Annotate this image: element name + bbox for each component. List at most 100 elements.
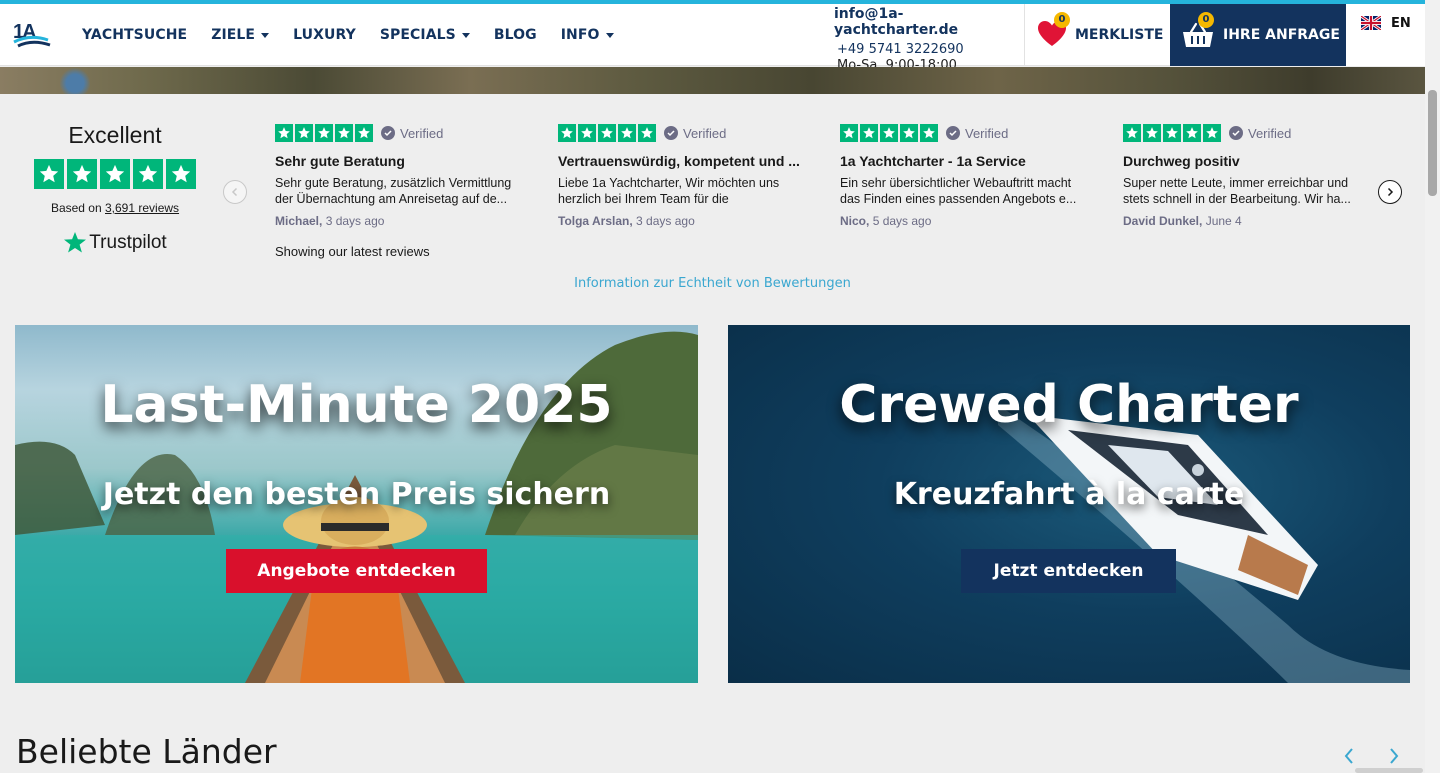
site-logo[interactable]: 1A: [12, 18, 52, 48]
review-meta: Tolga Arslan, 3 days ago: [558, 214, 804, 228]
promo-crewed-charter[interactable]: Crewed Charter Kreuzfahrt à la carte Jet…: [728, 325, 1410, 683]
star-icon: [578, 124, 596, 142]
star-icon: [1203, 124, 1221, 142]
scrollbar-thumb[interactable]: [1428, 90, 1437, 196]
star-icon: [34, 159, 64, 189]
showing-latest-text: Showing our latest reviews: [275, 244, 430, 259]
review-title: 1a Yachtcharter - 1a Service: [840, 153, 1026, 169]
inquiry-count-badge: 0: [1198, 12, 1214, 28]
star-icon: [618, 124, 636, 142]
star-icon: [1183, 124, 1201, 142]
promo-subtitle: Jetzt den besten Preis sichern: [102, 477, 611, 512]
promo-subtitle: Kreuzfahrt à la carte: [893, 477, 1245, 512]
review-text: Liebe 1a Yachtcharter, Wir möchten uns h…: [558, 176, 780, 206]
review-stars: [558, 124, 656, 142]
review-date: 5 days ago: [872, 214, 932, 228]
promo-last-minute[interactable]: Last-Minute 2025 Jetzt den besten Preis …: [15, 325, 698, 683]
verified-badge: Verified: [946, 126, 1008, 141]
verified-badge: Verified: [664, 126, 726, 141]
review-count-text: Based on 3,691 reviews: [50, 201, 180, 215]
trustpilot-summary: Excellent Based on 3,691 reviews Trustpi…: [34, 122, 196, 255]
inquiry-button[interactable]: 0 IHRE ANFRAGE: [1170, 4, 1346, 66]
review-text: Ein sehr übersichtlicher Webauftritt mac…: [840, 176, 1077, 206]
star-icon: [335, 124, 353, 142]
nav-info[interactable]: INFO: [561, 27, 614, 43]
hero-image-strip: [0, 67, 1425, 94]
reviews-prev-button[interactable]: [223, 180, 247, 204]
trustpilot-logo[interactable]: Trustpilot: [34, 231, 196, 255]
contact-email-link[interactable]: info@1a-yachtcharter.de: [834, 6, 1020, 38]
star-icon: [598, 124, 616, 142]
star-icon: [880, 124, 898, 142]
review-stars: [840, 124, 938, 142]
star-icon: [275, 124, 293, 142]
language-switcher[interactable]: EN: [1346, 4, 1425, 66]
review-author: David Dunkel,: [1123, 214, 1203, 228]
review-date: 3 days ago: [636, 214, 695, 228]
language-code: EN: [1391, 16, 1411, 31]
trustpilot-brand: Trustpilot: [89, 232, 167, 253]
nav-blog[interactable]: BLOG: [494, 27, 537, 43]
star-icon: [315, 124, 333, 142]
promo-title: Last-Minute 2025: [100, 375, 613, 435]
check-icon: [946, 126, 960, 140]
review-card[interactable]: Verified Durchweg positiv Super nette Le…: [1123, 124, 1369, 228]
rating-word: Excellent: [68, 122, 162, 148]
review-text: Sehr gute Beratung, zusätzlich Vermittlu…: [275, 176, 512, 206]
review-date: 3 days ago: [325, 214, 385, 228]
contact-info: info@1a-yachtcharter.de +49 5741 3222690…: [834, 6, 1020, 73]
review-card[interactable]: Verified Vertrauenswürdig, kompetent und…: [558, 124, 804, 228]
contact-phone-link[interactable]: +49 5741 3222690: [834, 42, 1020, 57]
page-scrollbar[interactable]: [1425, 0, 1440, 773]
star-icon: [900, 124, 918, 142]
star-icon: [295, 124, 313, 142]
rating-stars: [34, 159, 196, 189]
verified-badge: Verified: [381, 126, 443, 141]
review-date: June 4: [1205, 214, 1242, 228]
countries-prev-button[interactable]: [1339, 744, 1359, 768]
chevron-down-icon: [261, 33, 270, 38]
review-count-link[interactable]: 3,691 reviews: [105, 201, 179, 215]
horizontal-scroll-indicator: [1355, 768, 1423, 773]
star-icon: [860, 124, 878, 142]
nav-ziele[interactable]: ZIELE: [211, 27, 270, 43]
check-icon: [1229, 126, 1243, 140]
chevron-left-icon: [1344, 748, 1353, 764]
chevron-down-icon: [461, 33, 470, 38]
main-nav: YACHTSUCHE ZIELE LUXURY SPECIALS BLOG IN…: [82, 4, 638, 66]
site-header: 1A YACHTSUCHE ZIELE LUXURY SPECIALS BLOG…: [0, 4, 1425, 73]
review-meta: Nico, 5 days ago: [840, 214, 1086, 228]
wishlist-label: MERKLISTE: [1075, 27, 1164, 43]
uk-flag-icon: [1361, 16, 1381, 30]
chevron-right-icon: [1387, 187, 1394, 197]
review-card[interactable]: Verified Sehr gute Beratung Sehr gute Be…: [275, 124, 521, 228]
nav-specials[interactable]: SPECIALS: [380, 27, 470, 43]
star-icon: [920, 124, 938, 142]
star-icon: [558, 124, 576, 142]
star-icon: [840, 124, 858, 142]
star-icon: [1143, 124, 1161, 142]
chevron-right-icon: [1390, 748, 1399, 764]
review-author: Tolga Arslan,: [558, 214, 633, 228]
star-icon: [100, 159, 130, 189]
review-authenticity-link[interactable]: Information zur Echtheit von Bewertungen: [0, 276, 1425, 291]
trustpilot-widget: Excellent Based on 3,691 reviews Trustpi…: [0, 94, 1425, 304]
review-author: Michael,: [275, 214, 323, 228]
star-icon: [133, 159, 163, 189]
review-card[interactable]: Verified 1a Yachtcharter - 1a Service Ei…: [840, 124, 1086, 228]
chevron-down-icon: [605, 33, 614, 38]
review-title: Sehr gute Beratung: [275, 153, 405, 169]
inquiry-label: IHRE ANFRAGE: [1223, 27, 1340, 43]
review-title: Vertrauenswürdig, kompetent und ...: [558, 153, 800, 169]
nav-yachtsuche[interactable]: YACHTSUCHE: [82, 27, 187, 43]
reviews-next-button[interactable]: [1378, 180, 1402, 204]
discover-now-button[interactable]: Jetzt entdecken: [961, 549, 1176, 593]
trustpilot-star-icon: [64, 232, 87, 253]
nav-luxury[interactable]: LUXURY: [293, 27, 356, 43]
review-author: Nico,: [840, 214, 870, 228]
offers-discover-button[interactable]: Angebote entdecken: [226, 549, 487, 593]
review-text: Super nette Leute, immer erreichbar und …: [1123, 176, 1351, 206]
countries-next-button[interactable]: [1384, 744, 1404, 768]
review-meta: Michael, 3 days ago: [275, 214, 521, 228]
wishlist-button[interactable]: 0 MERKLISTE: [1024, 4, 1170, 66]
